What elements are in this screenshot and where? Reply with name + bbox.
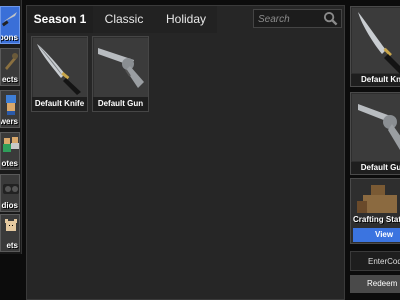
effects-icon [5, 53, 18, 70]
pets-icon [5, 219, 17, 231]
sidebar-item-effects[interactable]: ects [0, 48, 20, 86]
equipped-knife-slot[interactable]: Default Kn [350, 6, 400, 87]
item-art [33, 38, 87, 98]
item-art [94, 38, 148, 98]
redeem-button[interactable]: Redeem [350, 275, 400, 293]
item-art [352, 94, 400, 161]
search-box [253, 9, 342, 28]
inventory-panel: Season 1 Classic Holiday Default Knife [26, 5, 345, 300]
item-name: Default Gun [93, 97, 148, 111]
item-name: Default Knife [32, 97, 87, 111]
powers-icon [6, 95, 16, 115]
sidebar-item-label: dios [1, 201, 18, 210]
sidebar-item-label: ets [6, 241, 18, 250]
tab-holiday[interactable]: Holiday [155, 6, 217, 33]
view-button[interactable]: View [353, 228, 400, 242]
sidebar-item-label: otes [1, 159, 18, 168]
search-input[interactable] [256, 11, 326, 28]
equipped-panel: Default Kn Default Gu Crafting Stat View… [348, 5, 400, 300]
knife-icon [1, 12, 17, 27]
sidebar-item-label: wers [0, 117, 18, 126]
knife-icon [37, 44, 81, 95]
tab-season-1[interactable]: Season 1 [27, 6, 94, 33]
equipped-gun-slot[interactable]: Default Gu [350, 92, 400, 175]
item-card-default-gun[interactable]: Default Gun [92, 36, 149, 112]
knife-icon [358, 12, 400, 74]
sidebar-item-label: ects [1, 75, 18, 84]
tab-classic[interactable]: Classic [93, 6, 155, 33]
category-sidebar: pons ects wers otes dios ets [0, 0, 22, 254]
radios-icon [3, 184, 19, 194]
sidebar-item-pets[interactable]: ets [0, 214, 20, 252]
item-art [352, 8, 400, 74]
crafting-station-label: Crafting Stat [353, 215, 400, 224]
item-card-default-knife[interactable]: Default Knife [31, 36, 88, 112]
sidebar-item-label: pons [0, 33, 18, 42]
search-icon[interactable] [323, 11, 338, 26]
crafting-station-icon [357, 185, 397, 213]
emotes-icon [3, 137, 19, 152]
equipped-gun-name: Default Gu [351, 162, 400, 174]
sidebar-item-emotes[interactable]: otes [0, 132, 20, 170]
revolver-icon [358, 104, 400, 150]
crafting-station: Crafting Stat View [350, 178, 400, 244]
tab-bar: Season 1 Classic Holiday [27, 6, 344, 33]
sidebar-item-weapons[interactable]: pons [0, 6, 20, 44]
sidebar-item-powers[interactable]: wers [0, 90, 20, 128]
equipped-knife-name: Default Kn [351, 74, 400, 86]
revolver-icon [98, 48, 144, 88]
code-input[interactable]: EnterCode [350, 251, 400, 271]
sidebar-item-radios[interactable]: dios [0, 174, 20, 212]
